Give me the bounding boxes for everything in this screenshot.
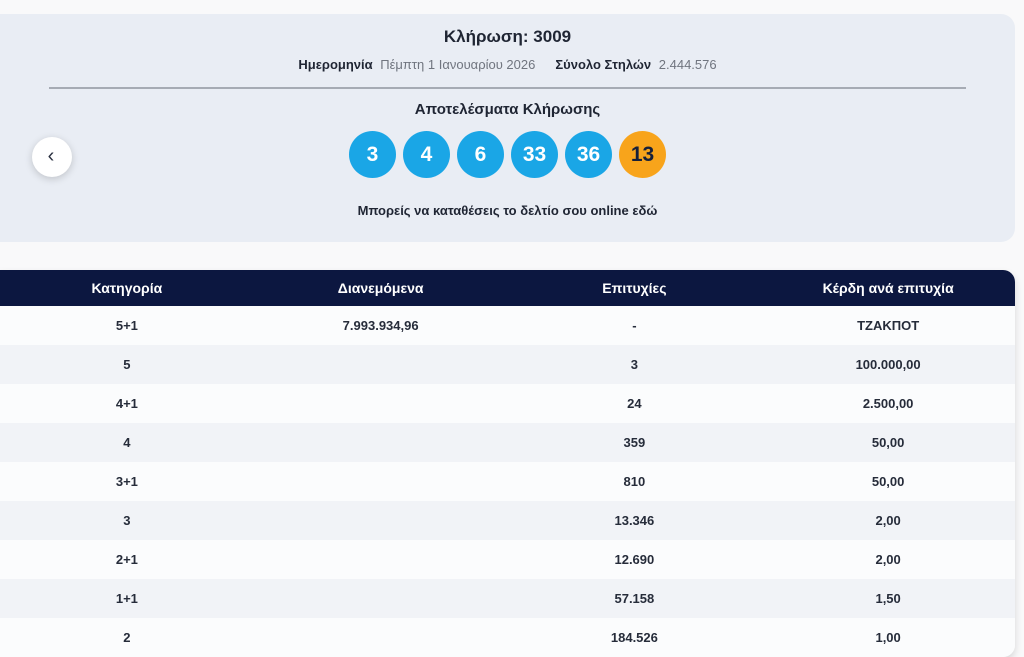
table-cell: 24 [508,384,762,423]
draw-date-label: Ημερομηνία [298,57,372,72]
bonus-number-ball: 13 [619,131,666,178]
column-header: Διανεμόμενα [254,270,508,306]
table-row: 2 184.5261,00 [0,618,1015,657]
table-cell: 1,00 [761,618,1015,657]
results-heading: Αποτελέσματα Κλήρωσης [0,101,1015,118]
draw-title: Κλήρωση: 3009 [0,14,1015,47]
table-row: 4 35950,00 [0,423,1015,462]
table-cell [254,501,508,540]
draw-date: Ημερομηνία Πέμπτη 1 Ιανουαρίου 2026 [298,57,535,72]
table-cell: 2,00 [761,501,1015,540]
table-cell: 2+1 [0,540,254,579]
table-row: 1+1 57.1581,50 [0,579,1015,618]
total-columns-label: Σύνολο Στηλών [555,57,651,72]
draw-results-card: Κλήρωση: 3009 Ημερομηνία Πέμπτη 1 Ιανουα… [0,14,1015,242]
draw-meta: Ημερομηνία Πέμπτη 1 Ιανουαρίου 2026 Σύνο… [0,57,1015,72]
total-columns: Σύνολο Στηλών 2.444.576 [555,57,716,72]
table-cell: 359 [508,423,762,462]
draw-number-ball: 4 [403,131,450,178]
table-cell [254,384,508,423]
column-header: Κατηγορία [0,270,254,306]
table-cell: 184.526 [508,618,762,657]
column-header: Επιτυχίες [508,270,762,306]
table-cell: 100.000,00 [761,345,1015,384]
table-cell: 3 [508,345,762,384]
table-cell: 810 [508,462,762,501]
draw-numbers: 346333613 [0,131,1015,178]
table-cell: 1+1 [0,579,254,618]
previous-draw-button[interactable]: ‹ [32,137,72,177]
table-row: 5+17.993.934,96-ΤΖΑΚΠΟΤ [0,306,1015,345]
draw-number-ball: 3 [349,131,396,178]
table-row: 3+1 81050,00 [0,462,1015,501]
table-cell: - [508,306,762,345]
table-cell [254,423,508,462]
card-divider [49,87,966,89]
table-cell: 3 [0,501,254,540]
table-cell: 3+1 [0,462,254,501]
table-cell: 12.690 [508,540,762,579]
table-cell [254,345,508,384]
table-header-row: ΚατηγορίαΔιανεμόμεναΕπιτυχίεςΚέρδη ανά ε… [0,270,1015,306]
table-cell [254,462,508,501]
draw-number-ball: 36 [565,131,612,178]
table-cell: 7.993.934,96 [254,306,508,345]
chevron-left-icon: ‹ [48,146,55,166]
column-header: Κέρδη ανά επιτυχία [761,270,1015,306]
draw-number-ball: 6 [457,131,504,178]
table-body: 5+17.993.934,96-ΤΖΑΚΠΟΤ53100.000,004+124… [0,306,1015,657]
table-cell: 2 [0,618,254,657]
table-row: 3 13.3462,00 [0,501,1015,540]
table-cell [254,618,508,657]
table-cell: 50,00 [761,423,1015,462]
table-cell: ΤΖΑΚΠΟΤ [761,306,1015,345]
table-cell: 13.346 [508,501,762,540]
draw-number-ball: 33 [511,131,558,178]
table-cell: 4+1 [0,384,254,423]
table-row: 4+1 242.500,00 [0,384,1015,423]
table-cell: 50,00 [761,462,1015,501]
table-cell [254,540,508,579]
draw-date-value: Πέμπτη 1 Ιανουαρίου 2026 [380,57,535,72]
total-columns-value: 2.444.576 [659,57,717,72]
table-cell: 2.500,00 [761,384,1015,423]
table-cell: 5+1 [0,306,254,345]
table-row: 5 3100.000,00 [0,345,1015,384]
table-cell [254,579,508,618]
table-cell: 1,50 [761,579,1015,618]
winnings-table: ΚατηγορίαΔιανεμόμεναΕπιτυχίεςΚέρδη ανά ε… [0,270,1015,657]
table-cell: 4 [0,423,254,462]
submit-slip-online-link[interactable]: Μπορείς να καταθέσεις το δελτίο σου onli… [358,203,658,218]
table-cell: 57.158 [508,579,762,618]
table-cell: 5 [0,345,254,384]
table-cell: 2,00 [761,540,1015,579]
table-row: 2+1 12.6902,00 [0,540,1015,579]
